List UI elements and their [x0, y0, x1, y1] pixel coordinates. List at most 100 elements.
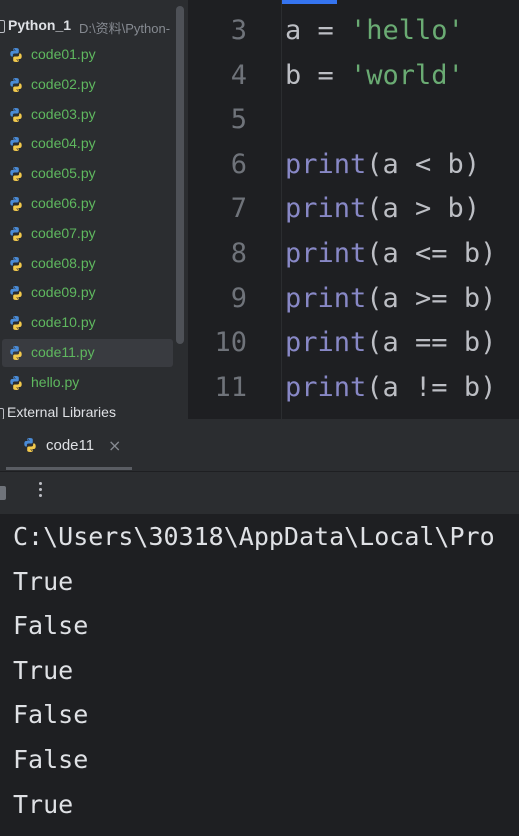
code-token: print	[285, 193, 367, 225]
file-item[interactable]: code10.py	[0, 309, 173, 337]
code-line[interactable]: 6 print(a < b)	[189, 141, 519, 185]
code-text: print(a > b)	[285, 193, 480, 224]
code-line[interactable]: 8 print(a <= b)	[189, 230, 519, 274]
python-file-icon	[10, 137, 22, 152]
code-text: a = 'hello'	[285, 15, 464, 46]
line-number: 6	[230, 148, 247, 180]
line-number: 5	[230, 104, 247, 136]
line-number: 4	[230, 59, 247, 91]
file-item[interactable]: code09.py	[0, 279, 173, 307]
python-file-icon	[10, 346, 22, 360]
file-item[interactable]: code01.py	[0, 41, 173, 69]
file-item[interactable]: code07.py	[0, 220, 173, 248]
code-token: print	[285, 238, 367, 269]
line-number: 10	[214, 327, 247, 359]
code-text: print(a == b)	[285, 327, 496, 358]
run-tab-label: code11	[46, 437, 95, 454]
python-file-icon	[10, 375, 22, 390]
code-text: print(a >= b)	[285, 283, 496, 314]
python-file-icon	[10, 48, 22, 62]
file-label: code10.py	[31, 314, 96, 331]
file-label: code06.py	[31, 195, 96, 211]
external-libraries-row[interactable]: External Libraries	[0, 402, 188, 419]
console-line: True	[13, 566, 74, 596]
code-token: (a != b)	[366, 371, 497, 403]
console-output[interactable]: C:\Users\30318\AppData\Local\Pro True Fals…	[0, 514, 519, 836]
code-token: (a <= b)	[366, 238, 497, 269]
code-text: print(a < b)	[285, 149, 480, 180]
code-text: print(a != b)	[285, 372, 496, 403]
project-name: Python_1	[8, 17, 72, 33]
code-line[interactable]: 5	[189, 96, 519, 140]
project-scrollbar[interactable]	[176, 6, 184, 344]
code-token: (a > b)	[366, 193, 481, 225]
code-text: b = 'world'	[285, 60, 464, 91]
run-toolbar	[0, 471, 519, 514]
code-line[interactable]: 3 a = 'hello'	[189, 7, 519, 51]
python-file-icon	[10, 77, 22, 92]
code-token: 'world'	[350, 59, 464, 91]
file-label: code07.py	[31, 224, 96, 241]
file-label: code05.py	[31, 165, 96, 182]
expand-arrow-icon[interactable]	[0, 408, 4, 419]
expand-arrow-icon[interactable]	[0, 20, 5, 33]
code-line[interactable]: 10 print(a == b)	[189, 319, 519, 363]
project-path: D:\资料\Python-	[79, 21, 171, 36]
line-number: 9	[230, 282, 247, 314]
file-item[interactable]: code11.py	[2, 339, 173, 367]
console-line: True	[13, 789, 74, 819]
code-line[interactable]: 9 print(a >= b)	[189, 275, 519, 319]
file-label: code11.py	[31, 344, 95, 360]
external-libraries-label: External Libraries	[7, 404, 116, 419]
code-token: (a >= b)	[366, 282, 497, 314]
file-item[interactable]: code05.py	[0, 160, 173, 188]
line-number: 8	[230, 238, 247, 269]
code-token: print	[285, 327, 367, 359]
file-item[interactable]: code06.py	[0, 190, 173, 218]
code-line[interactable]: 11 print(a != b)	[189, 364, 519, 408]
file-item[interactable]: code08.py	[0, 250, 173, 278]
code-token: b =	[285, 59, 351, 91]
python-file-icon	[10, 167, 22, 182]
file-label: code01.py	[31, 46, 96, 62]
active-tab-indicator	[6, 467, 132, 470]
code-token: print	[285, 148, 367, 180]
close-icon[interactable]: ×	[108, 436, 121, 455]
run-tab-code11[interactable]: code11 ×	[12, 427, 132, 465]
code-text: print(a <= b)	[285, 238, 496, 269]
file-item[interactable]: code02.py	[0, 71, 173, 99]
python-file-icon	[10, 256, 22, 271]
project-panel: Python_1 D:\资料\Python- code01.py code02.…	[0, 0, 188, 419]
file-item[interactable]: code03.py	[0, 101, 173, 129]
line-number: 11	[214, 371, 247, 403]
console-line: False	[13, 611, 89, 641]
console-line: C:\Users\30318\AppData\Local\Pro	[13, 522, 495, 551]
file-label: code03.py	[31, 105, 96, 122]
line-number: 3	[230, 15, 247, 46]
stop-icon[interactable]	[0, 486, 6, 500]
file-label: code09.py	[31, 284, 96, 301]
file-item[interactable]: hello.py	[0, 369, 173, 397]
code-token: a =	[285, 15, 351, 46]
file-label: hello.py	[31, 373, 80, 390]
file-item[interactable]: code04.py	[0, 130, 173, 158]
code-line[interactable]: 7 print(a > b)	[189, 185, 519, 229]
python-file-icon	[24, 438, 36, 452]
file-label: code02.py	[31, 75, 96, 92]
run-tab-bar: code11 ×	[0, 419, 519, 471]
python-file-icon	[10, 197, 22, 211]
code-token: (a < b)	[366, 148, 481, 180]
file-label: code04.py	[31, 135, 96, 152]
code-token: print	[285, 371, 367, 403]
console-line: True	[13, 655, 74, 685]
python-file-icon	[10, 226, 22, 241]
code-editor[interactable]: 3a = 'hello' 4 b = 'world' 5 6 print(a < b) 7 p…	[189, 0, 519, 419]
console-line: False	[13, 745, 89, 774]
code-token: (a == b)	[366, 327, 497, 359]
python-file-icon	[10, 107, 22, 122]
file-label: code08.py	[31, 254, 96, 271]
console-line: False	[13, 700, 89, 730]
project-root-row[interactable]: Python_1 D:\资料\Python-	[0, 14, 188, 38]
code-line[interactable]: 4 b = 'world'	[189, 52, 519, 96]
more-vertical-icon[interactable]	[39, 482, 43, 502]
